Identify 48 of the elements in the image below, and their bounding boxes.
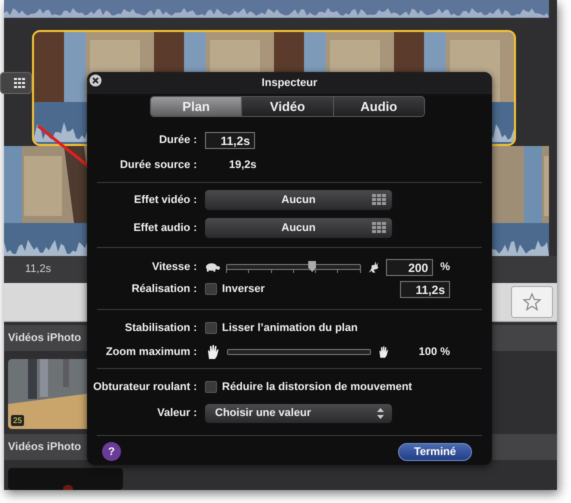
done-button[interactable]: Terminé: [398, 442, 472, 460]
source-duration: 19,2s: [228, 159, 257, 171]
tab[interactable]: Plan: [151, 97, 242, 116]
tab[interactable]: Audio: [332, 97, 424, 116]
rabbit-icon: [366, 260, 380, 274]
field-label: Vitesse :: [152, 261, 197, 273]
field-label: Zoom maximum :: [106, 346, 197, 358]
zoom-value: 100 %: [418, 346, 450, 358]
duration-field[interactable]: 11,2s: [205, 132, 255, 148]
panel-title: Inspecteur: [262, 77, 318, 89]
section-title: Vidéos iPhoto: [8, 332, 82, 344]
grid-icon: [372, 222, 386, 233]
checkbox[interactable]: [205, 322, 217, 334]
star-icon: [523, 292, 541, 311]
checkbox[interactable]: [205, 381, 217, 393]
field-label: Stabilisation :: [124, 322, 197, 334]
grid-button[interactable]: [0, 72, 32, 94]
checkbox-label: Inverser: [222, 283, 265, 295]
checkbox-label: Lisser l’animation du plan: [222, 322, 358, 334]
section-title: Vidéos iPhoto: [8, 441, 82, 454]
field-label: Durée source :: [120, 159, 197, 171]
effect-button[interactable]: Aucun: [205, 190, 392, 210]
star-button[interactable]: [511, 286, 553, 318]
field-label: Effet audio :: [133, 222, 197, 234]
turtle-icon: [205, 262, 220, 272]
field-label: Durée :: [159, 134, 197, 146]
field-label: Valeur :: [157, 407, 197, 419]
effect-button[interactable]: Aucun: [205, 218, 392, 238]
value-dropdown[interactable]: Choisir une valeur: [205, 404, 392, 422]
hand-icon: [205, 344, 221, 360]
field-label: Réalisation :: [132, 283, 197, 295]
field-label: Effet vidéo :: [134, 194, 197, 206]
hand-icon: [377, 345, 390, 359]
frame-rate-badge: 25: [11, 414, 24, 426]
help-button[interactable]: ?: [102, 442, 121, 461]
duration-field[interactable]: 11,2s: [400, 280, 450, 298]
grid-icon: [14, 78, 26, 88]
checkbox-label: Réduire la distorsion de mouvement: [222, 381, 412, 393]
close-button[interactable]: [89, 74, 102, 87]
unit-label: %: [440, 261, 450, 273]
checkbox[interactable]: [205, 283, 217, 295]
tab[interactable]: Vidéo: [241, 97, 333, 116]
speed-field[interactable]: 200: [386, 258, 434, 276]
updown-icon: [377, 408, 384, 418]
field-label: Obturateur roulant :: [93, 381, 197, 393]
selection-summary: 11,2s: [25, 263, 52, 276]
speed-slider[interactable]: [226, 260, 361, 274]
grid-icon: [372, 194, 386, 205]
